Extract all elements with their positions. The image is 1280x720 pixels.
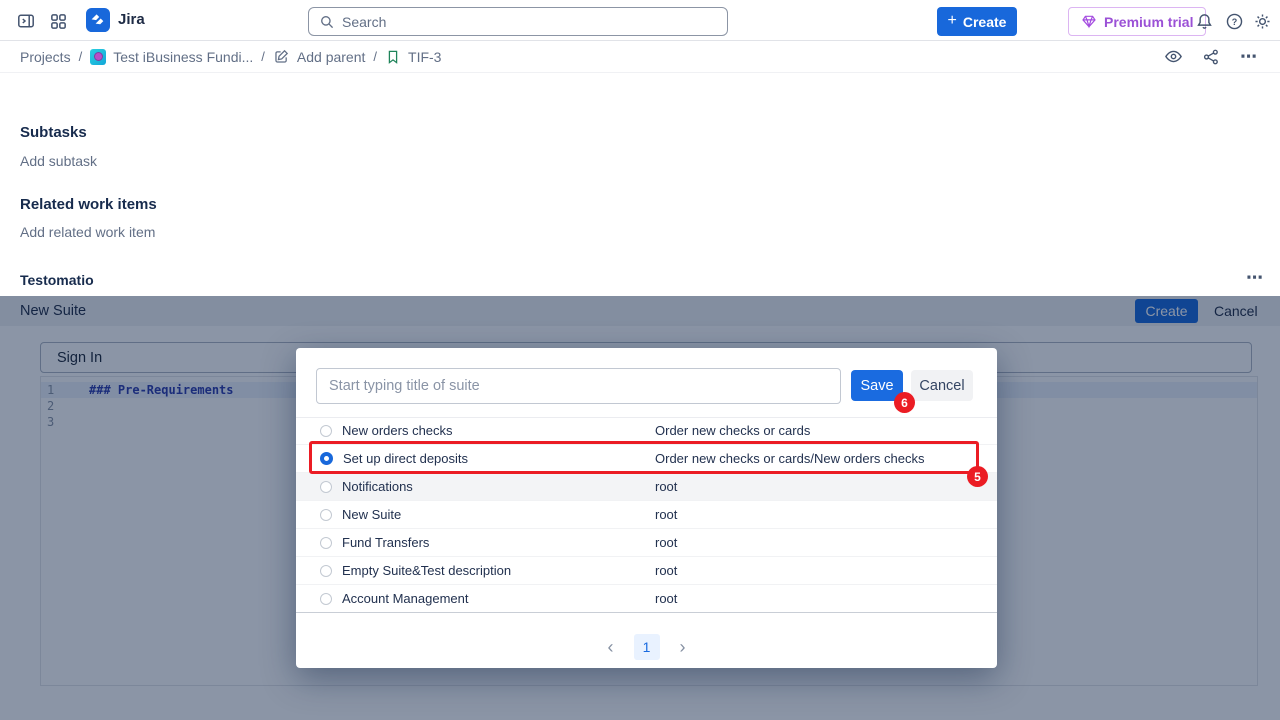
jira-logo-icon[interactable] (86, 8, 110, 32)
share-icon (1202, 48, 1220, 66)
gear-icon (1253, 12, 1272, 31)
previous-page-button[interactable]: ‹ (606, 638, 616, 656)
share-button[interactable] (1196, 44, 1226, 70)
more-actions-button[interactable]: ⋯ (1234, 44, 1264, 70)
suite-row-fund-transfers[interactable]: Fund Transfers root (296, 529, 997, 557)
app-grid-icon (49, 12, 68, 31)
premium-trial-button[interactable]: Premium trial (1068, 7, 1206, 36)
ellipsis-icon: ⋯ (1240, 47, 1258, 67)
create-button[interactable]: + Create (937, 7, 1017, 36)
global-search[interactable] (308, 7, 728, 36)
top-navigation: Jira + Create Premium trial (0, 0, 1280, 41)
notifications-button[interactable] (1192, 9, 1216, 33)
suite-row-label: Empty Suite&Test description (342, 563, 511, 578)
suite-row-label: Notifications (342, 479, 413, 494)
page-1-button[interactable]: 1 (634, 634, 660, 660)
add-parent-button[interactable]: Add parent (273, 48, 366, 65)
next-page-button[interactable]: › (678, 638, 688, 656)
edit-icon (273, 48, 290, 65)
question-circle-icon: ? (1225, 12, 1244, 31)
suite-row-label: New Suite (342, 507, 401, 522)
app-name: Jira (118, 11, 145, 28)
breadcrumb-project[interactable]: Test iBusiness Fundi... (90, 49, 253, 65)
suite-row-label: Set up direct deposits (343, 451, 468, 466)
suite-row-notifications[interactable]: Notifications root (296, 473, 997, 501)
watch-button[interactable] (1158, 44, 1188, 70)
add-parent-label: Add parent (297, 49, 366, 65)
help-button[interactable]: ? (1222, 9, 1246, 33)
testomatio-heading: Testomatio (20, 272, 94, 288)
bookmark-icon (385, 49, 401, 65)
annotation-step-6-badge: 6 (894, 392, 915, 413)
suite-row-label: Fund Transfers (342, 535, 429, 550)
select-suite-dialog: Save Cancel New orders checks Order new … (296, 348, 997, 668)
sidebar-toggle-button[interactable] (14, 9, 38, 33)
annotation-step-5-badge: 5 (967, 466, 988, 487)
suite-row-account-management[interactable]: Account Management root (296, 585, 997, 613)
breadcrumb-separator: / (79, 49, 83, 64)
radio-unselected-icon[interactable] (320, 509, 332, 521)
search-icon (319, 14, 335, 30)
suite-search-input[interactable] (316, 368, 841, 404)
suite-row-path: Order new checks or cards/New orders che… (655, 451, 924, 466)
ellipsis-icon: ⋯ (1246, 268, 1264, 287)
testomatio-more-button[interactable]: ⋯ (1246, 268, 1264, 288)
breadcrumb-projects[interactable]: Projects (20, 49, 71, 65)
radio-unselected-icon[interactable] (320, 565, 332, 577)
suite-row-set-up-direct-deposits[interactable]: Set up direct deposits Order new checks … (296, 445, 997, 473)
app-switcher-button[interactable] (46, 9, 70, 33)
add-subtask-button[interactable]: Add subtask (20, 153, 97, 169)
create-button-label: Create (963, 14, 1007, 30)
breadcrumb-project-label: Test iBusiness Fundi... (113, 49, 253, 65)
radio-selected-icon[interactable] (320, 452, 333, 465)
suite-row-label: New orders checks (342, 423, 453, 438)
gem-icon (1081, 14, 1097, 29)
settings-button[interactable] (1250, 9, 1274, 33)
premium-trial-label: Premium trial (1104, 14, 1193, 30)
project-avatar-icon (90, 49, 106, 65)
suite-row-path: root (655, 479, 677, 494)
radio-unselected-icon[interactable] (320, 593, 332, 605)
breadcrumb-issue-key[interactable]: TIF-3 (385, 49, 441, 65)
breadcrumb: Projects / Test iBusiness Fundi... / Add… (0, 41, 1280, 73)
plus-icon: + (948, 12, 957, 30)
add-related-work-item-button[interactable]: Add related work item (20, 224, 155, 240)
radio-unselected-icon[interactable] (320, 481, 332, 493)
suite-row-path: root (655, 563, 677, 578)
cancel-button[interactable]: Cancel (911, 370, 973, 401)
suite-row-path: root (655, 591, 677, 606)
pagination: ‹ 1 › (296, 633, 997, 661)
breadcrumb-separator: / (373, 49, 377, 64)
suite-row-new-suite[interactable]: New Suite root (296, 501, 997, 529)
radio-unselected-icon[interactable] (320, 537, 332, 549)
suite-row-label: Account Management (342, 591, 468, 606)
suite-list: New orders checks Order new checks or ca… (296, 417, 997, 613)
suite-row-path: root (655, 535, 677, 550)
radio-unselected-icon[interactable] (320, 425, 332, 437)
suite-row-new-orders-checks[interactable]: New orders checks Order new checks or ca… (296, 417, 997, 445)
breadcrumb-separator: / (261, 49, 265, 64)
suite-row-empty-suite-test-description[interactable]: Empty Suite&Test description root (296, 557, 997, 585)
suite-row-path: Order new checks or cards (655, 423, 810, 438)
subtasks-heading: Subtasks (20, 124, 87, 141)
sidebar-expand-icon (16, 11, 36, 31)
issue-key-label: TIF-3 (408, 49, 441, 65)
svg-text:?: ? (1231, 17, 1237, 27)
search-input[interactable] (342, 14, 717, 30)
related-work-items-heading: Related work items (20, 196, 157, 213)
bell-icon (1195, 12, 1214, 31)
eye-icon (1164, 47, 1183, 66)
suite-row-path: root (655, 507, 677, 522)
